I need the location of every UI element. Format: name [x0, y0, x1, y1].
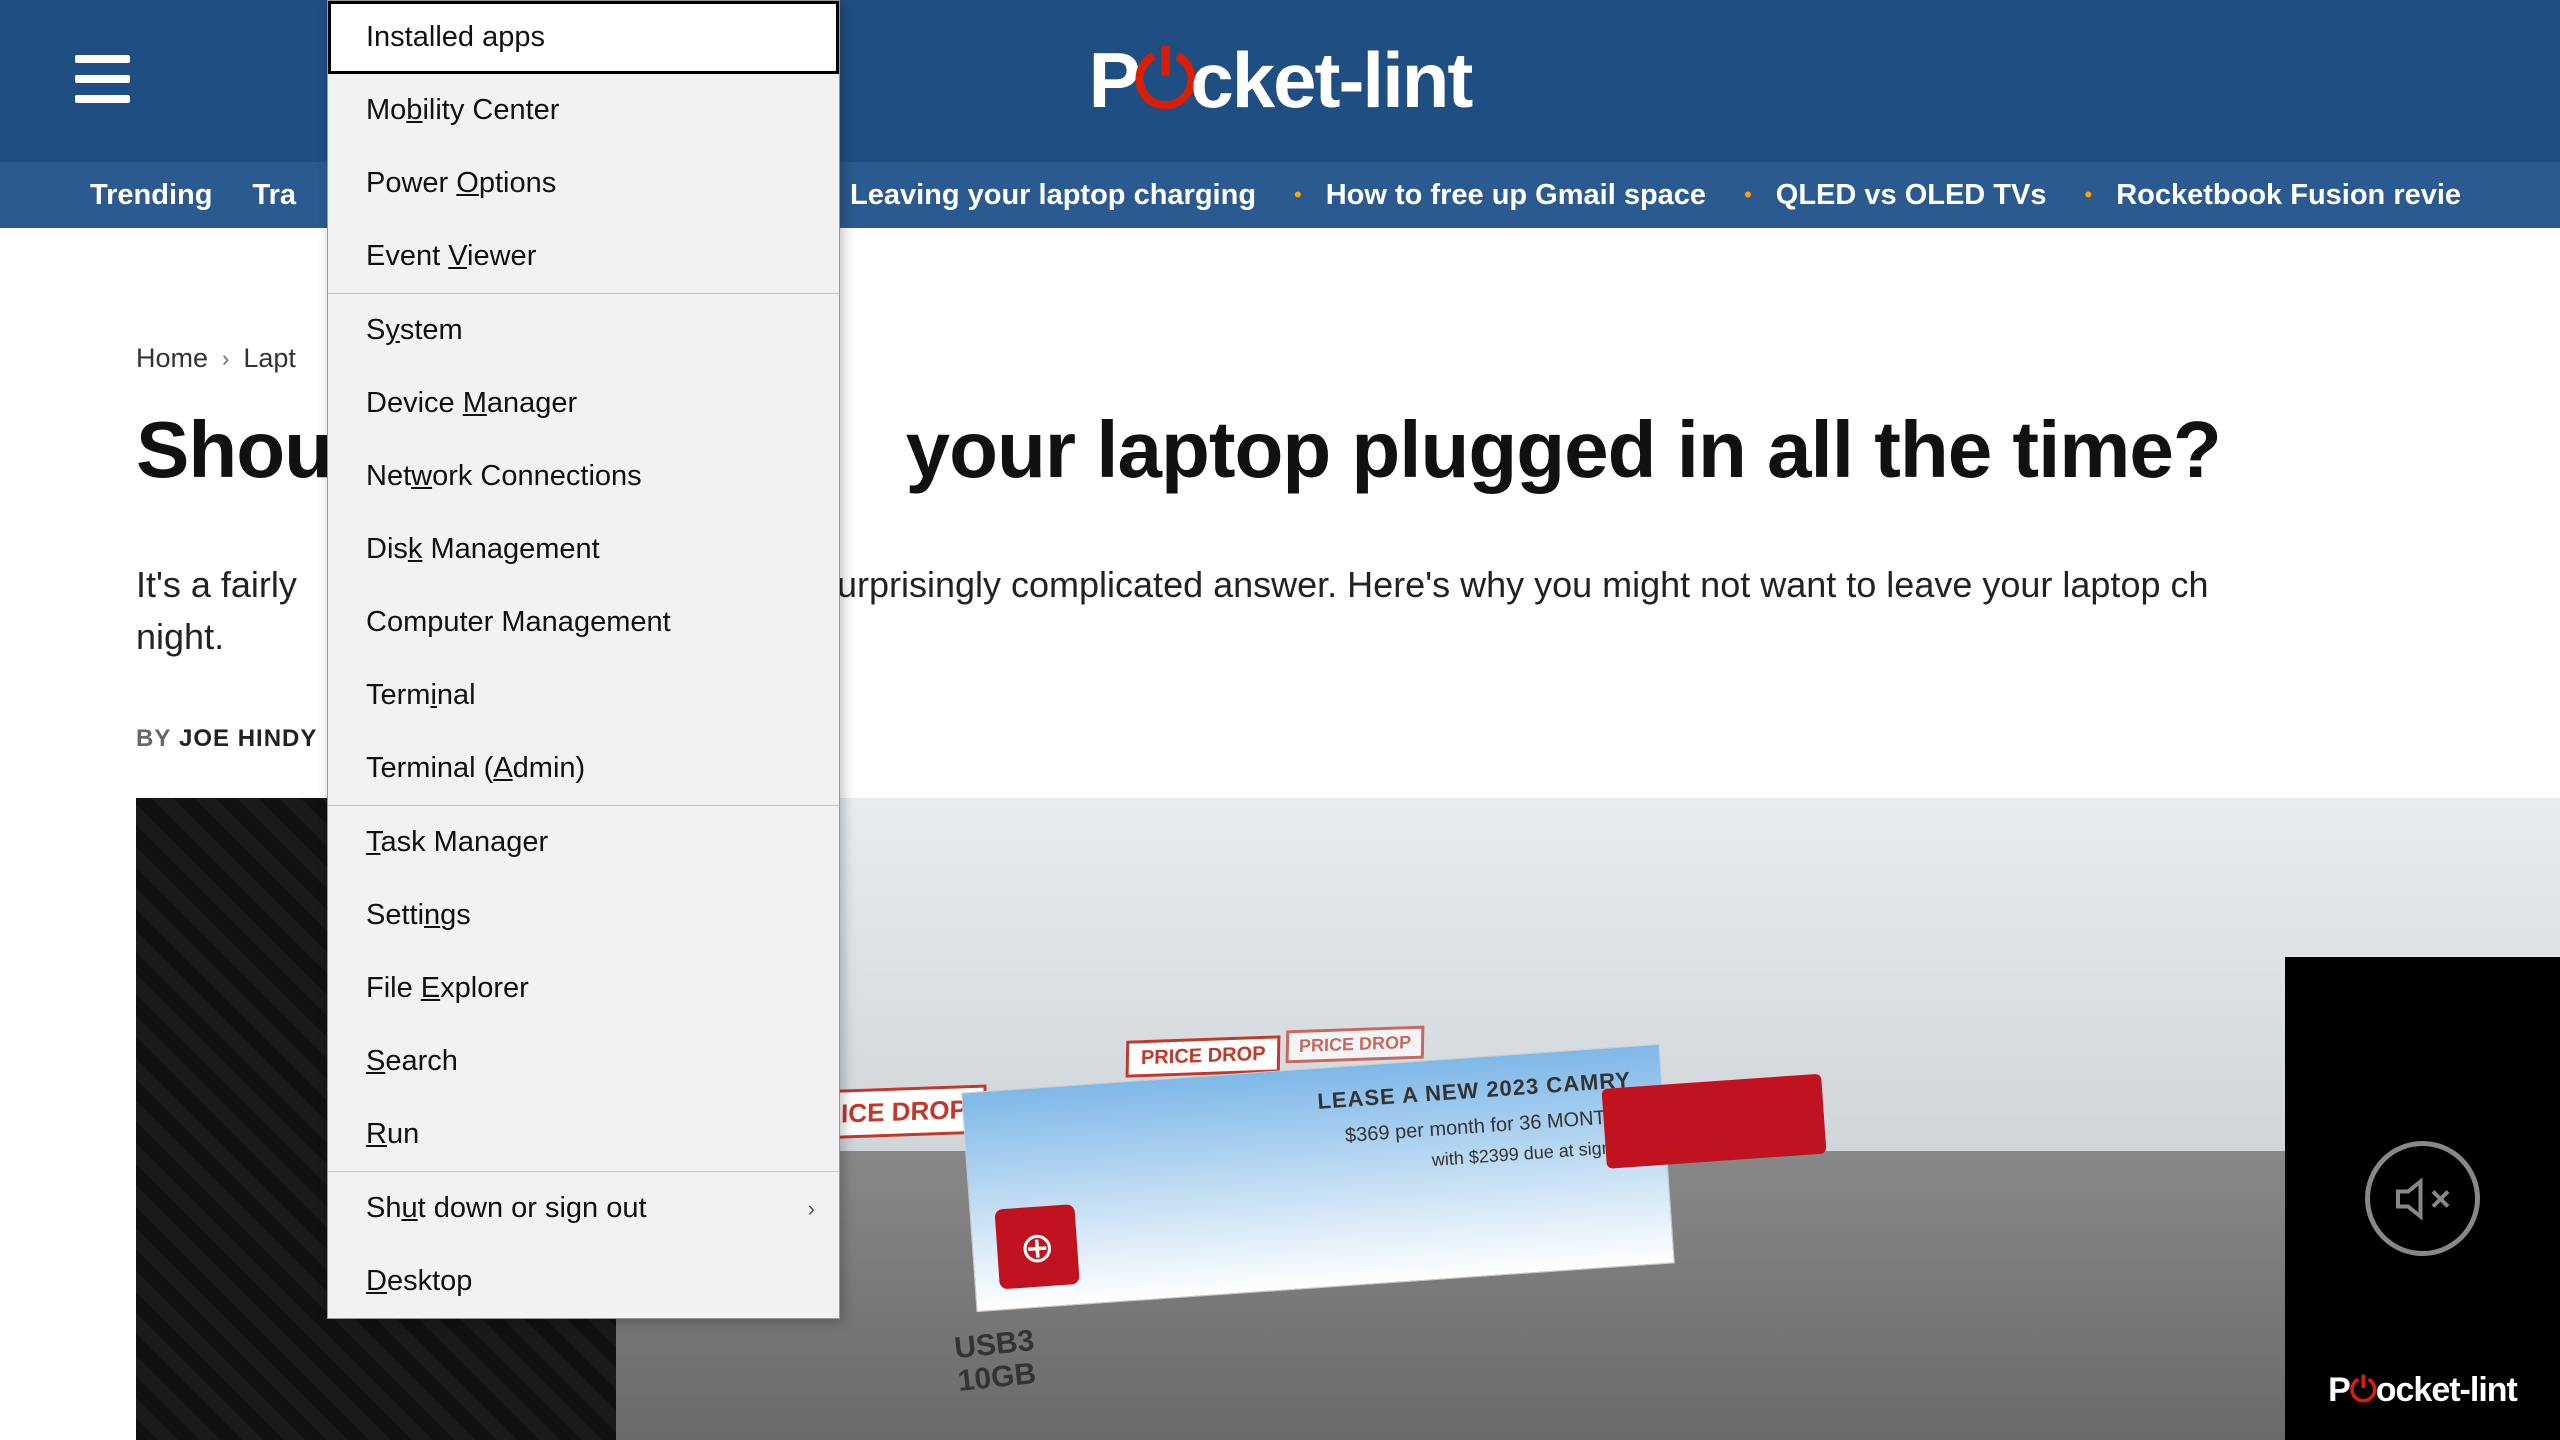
- breadcrumb-home[interactable]: Home: [136, 343, 208, 374]
- menu-item-disk-management[interactable]: Disk Management: [328, 513, 839, 586]
- breadcrumb-category[interactable]: Lapt: [243, 343, 296, 374]
- menu-item-shutdown[interactable]: Shut down or sign out›: [328, 1172, 839, 1245]
- menu-item-computer-management[interactable]: Computer Management: [328, 586, 839, 659]
- menu-item-desktop[interactable]: Desktop: [328, 1245, 839, 1318]
- chevron-right-icon: ›: [808, 1196, 815, 1222]
- logo-text-prefix: P: [1089, 35, 1139, 126]
- menu-item-network-connections[interactable]: Network Connections: [328, 440, 839, 513]
- trending-item[interactable]: QLED vs OLED TVs: [1776, 179, 2047, 212]
- trending-item[interactable]: Tra: [252, 179, 296, 212]
- logo-text-suffix: cket-lint: [1190, 35, 1471, 126]
- usb-port-label: USB310GB: [953, 1324, 1039, 1398]
- ad-cta-button[interactable]: [1601, 1074, 1826, 1169]
- separator-dot-icon: •: [1294, 182, 1302, 208]
- toyota-logo-icon: ⊕: [994, 1204, 1079, 1289]
- menu-item-system[interactable]: System: [328, 294, 839, 367]
- chevron-right-icon: ›: [222, 346, 229, 372]
- breadcrumb: Home › Lapt: [136, 343, 296, 374]
- separator-dot-icon: •: [2085, 182, 2093, 208]
- trending-item[interactable]: How to free up Gmail space: [1326, 179, 1706, 212]
- mute-icon[interactable]: [2365, 1141, 2480, 1256]
- winx-menu: Installed apps Mobility Center Power Opt…: [327, 0, 840, 1319]
- menu-item-search[interactable]: Search: [328, 1025, 839, 1098]
- video-logo: P⏻ocket-lint: [2328, 1371, 2517, 1410]
- menu-icon[interactable]: [75, 55, 130, 103]
- menu-item-run[interactable]: Run: [328, 1098, 839, 1171]
- menu-item-mobility-center[interactable]: Mobility Center: [328, 74, 839, 147]
- menu-item-file-explorer[interactable]: File Explorer: [328, 952, 839, 1025]
- trending-item[interactable]: Leaving your laptop charging: [850, 179, 1256, 212]
- separator-dot-icon: •: [1744, 182, 1752, 208]
- menu-item-settings[interactable]: Settings: [328, 879, 839, 952]
- menu-item-power-options[interactable]: Power Options: [328, 147, 839, 220]
- menu-item-terminal[interactable]: Terminal: [328, 659, 839, 732]
- menu-item-event-viewer[interactable]: Event Viewer: [328, 220, 839, 293]
- author-name[interactable]: JOE HINDY: [179, 725, 317, 752]
- menu-item-installed-apps[interactable]: Installed apps: [328, 1, 839, 74]
- price-drop-badge: PRICE DROP: [1286, 1026, 1425, 1064]
- power-icon: ⏻: [1135, 34, 1195, 126]
- site-logo[interactable]: P ⏻ cket-lint: [1089, 34, 1472, 126]
- video-player[interactable]: P⏻ocket-lint: [2285, 957, 2560, 1440]
- byline: BY JOE HINDY: [136, 725, 317, 753]
- menu-item-task-manager[interactable]: Task Manager: [328, 806, 839, 879]
- trending-label: Trending: [90, 179, 212, 212]
- menu-item-terminal-admin[interactable]: Terminal (Admin): [328, 732, 839, 805]
- menu-item-device-manager[interactable]: Device Manager: [328, 367, 839, 440]
- trending-item[interactable]: Rocketbook Fusion revie: [2116, 179, 2461, 212]
